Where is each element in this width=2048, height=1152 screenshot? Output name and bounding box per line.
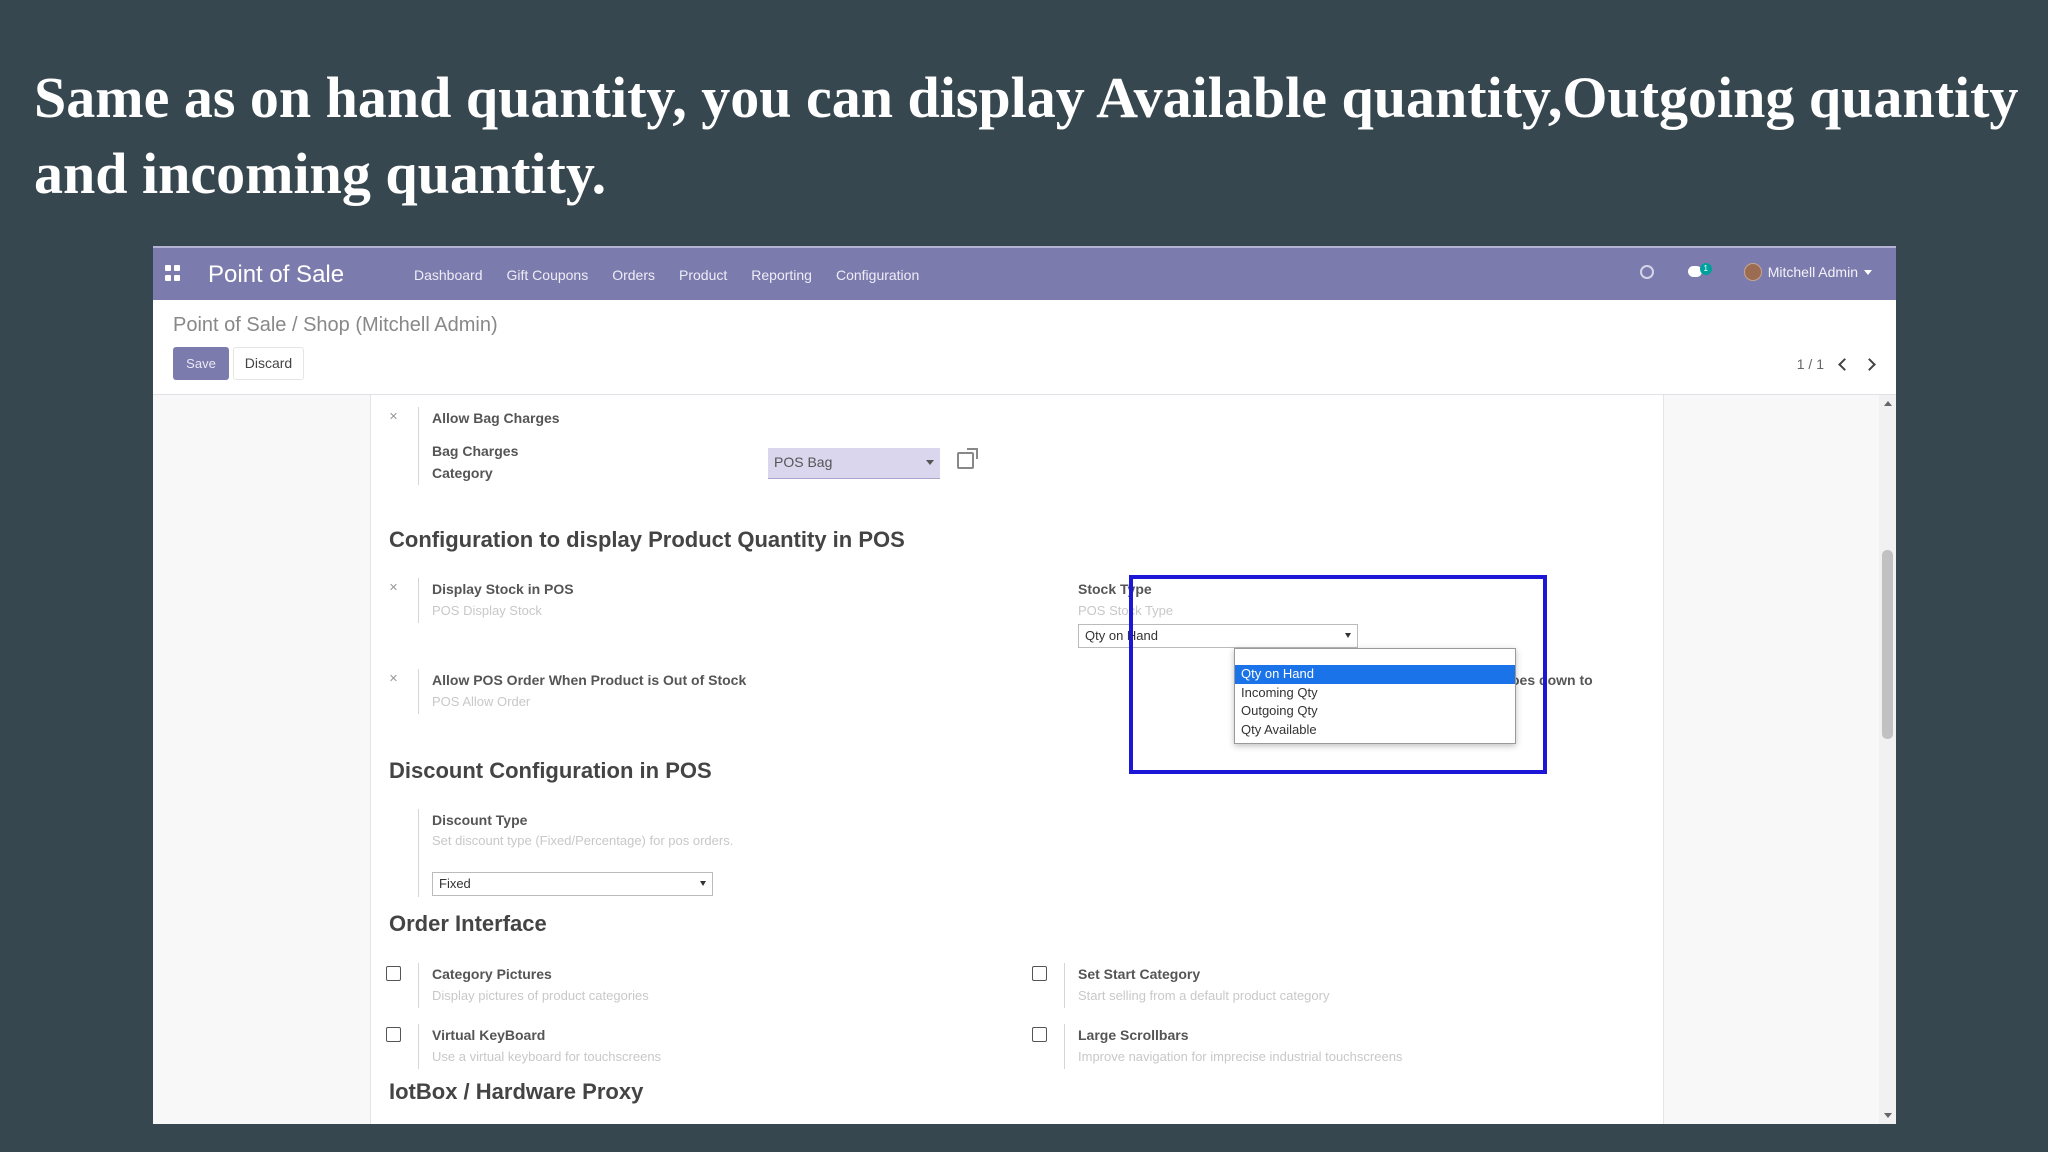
allow-order-checkbox[interactable]: ✕ [386,672,401,687]
divider [418,578,419,623]
pager-value: 1 / 1 [1796,356,1824,372]
menu-reporting[interactable]: Reporting [751,267,812,283]
bag-category-label-line1: Bag Charges [432,443,519,459]
discard-button[interactable]: Discard [233,347,304,380]
iotbox-section-title: IotBox / Hardware Proxy [389,1079,644,1104]
caret-down-icon [700,881,706,886]
pager: 1 / 1 [1796,356,1876,372]
category-pictures-label: Category Pictures [432,966,552,982]
divider [418,407,419,485]
main-menu: Dashboard Gift Coupons Orders Product Re… [414,267,919,283]
bag-category-label-line2: Category [432,465,493,481]
user-menu[interactable]: Mitchell Admin [1743,263,1872,281]
display-stock-checkbox[interactable]: ✕ [386,581,401,596]
discount-type-hint: Set discount type (Fixed/Percentage) for… [432,833,734,848]
navbar-systray: 1 Mitchell Admin [1639,263,1872,281]
divider [418,1024,419,1069]
menu-gift-coupons[interactable]: Gift Coupons [507,267,589,283]
large-scrollbars-hint: Improve navigation for imprecise industr… [1078,1049,1403,1064]
option-outgoing-qty[interactable]: Outgoing Qty [1235,702,1515,721]
menu-configuration[interactable]: Configuration [836,267,919,283]
divider [1064,963,1065,1008]
start-category-hint: Start selling from a default product cat… [1078,988,1330,1003]
chat-count-badge: 1 [1699,263,1712,275]
allow-order-hint: POS Allow Order [432,694,531,709]
breadcrumb[interactable]: Point of Sale / Shop (Mitchell Admin) [173,314,498,337]
control-panel: Point of Sale / Shop (Mitchell Admin) Sa… [153,300,1896,395]
divider [418,809,419,897]
large-scrollbars-checkbox[interactable] [1032,1027,1047,1042]
category-pictures-hint: Display pictures of product categories [432,988,649,1003]
top-navbar: Point of Sale Dashboard Gift Coupons Ord… [153,246,1896,300]
chevron-left-icon[interactable] [1838,357,1851,371]
allow-order-label: Allow POS Order When Product is Out of S… [432,672,747,688]
virtual-keyboard-label: Virtual KeyBoard [432,1027,546,1043]
bag-category-value: POS Bag [774,454,833,470]
chevron-right-icon[interactable] [1863,357,1876,371]
discount-type-select[interactable]: Fixed [432,872,713,896]
option-incoming-qty[interactable]: Incoming Qty [1235,684,1515,703]
virtual-keyboard-checkbox[interactable] [386,1027,401,1042]
discount-section-title: Discount Configuration in POS [389,758,712,783]
order-interface-title: Order Interface [389,911,547,936]
start-category-checkbox[interactable] [1032,966,1047,981]
menu-orders[interactable]: Orders [612,267,655,283]
stock-type-options: Qty on Hand Incoming Qty Outgoing Qty Qt… [1234,648,1516,744]
caret-down-icon [926,460,934,465]
scroll-down-icon[interactable] [1884,1113,1892,1118]
divider [418,963,419,1008]
list-item[interactable] [1235,649,1515,665]
form-sheet: ✕ Allow Bag Charges Bag Charges Category… [370,395,1664,1124]
scroll-up-icon[interactable] [1884,401,1892,406]
display-stock-hint: POS Display Stock [432,603,542,618]
user-name: Mitchell Admin [1767,264,1858,280]
save-button[interactable]: Save [173,347,229,380]
avatar [1743,263,1762,281]
vertical-scrollbar[interactable] [1879,395,1896,1124]
product-qty-section-title: Configuration to display Product Quantit… [389,527,905,552]
display-stock-label: Display Stock in POS [432,581,574,597]
allow-bag-charges-checkbox[interactable]: ✕ [386,410,401,425]
allow-bag-charges-label: Allow Bag Charges [432,410,560,426]
caret-down-icon [1864,269,1872,275]
divider [1064,1024,1065,1069]
divider [418,669,419,714]
scrollbar-thumb[interactable] [1882,550,1893,739]
option-qty-available[interactable]: Qty Available [1235,721,1515,740]
virtual-keyboard-hint: Use a virtual keyboard for touchscreens [432,1049,662,1064]
category-pictures-checkbox[interactable] [386,966,401,981]
apps-menu-icon[interactable] [165,265,181,281]
option-qty-on-hand[interactable]: Qty on Hand [1235,665,1515,684]
menu-dashboard[interactable]: Dashboard [414,267,483,283]
activity-clock-icon[interactable] [1639,265,1654,279]
slide-heading: Same as on hand quantity, you can displa… [34,65,2019,206]
discount-type-value: Fixed [439,876,471,891]
start-category-label: Set Start Category [1078,966,1201,982]
discount-type-label: Discount Type [432,812,528,828]
large-scrollbars-label: Large Scrollbars [1078,1027,1189,1043]
form-content: ✕ Allow Bag Charges Bag Charges Category… [153,395,1896,1124]
chat-icon[interactable]: 1 [1687,263,1712,281]
bag-category-select[interactable]: POS Bag [768,448,940,479]
odoo-window: Point of Sale Dashboard Gift Coupons Ord… [153,246,1896,1124]
menu-product[interactable]: Product [679,267,727,283]
app-brand[interactable]: Point of Sale [208,261,344,289]
external-link-icon[interactable] [957,448,978,469]
